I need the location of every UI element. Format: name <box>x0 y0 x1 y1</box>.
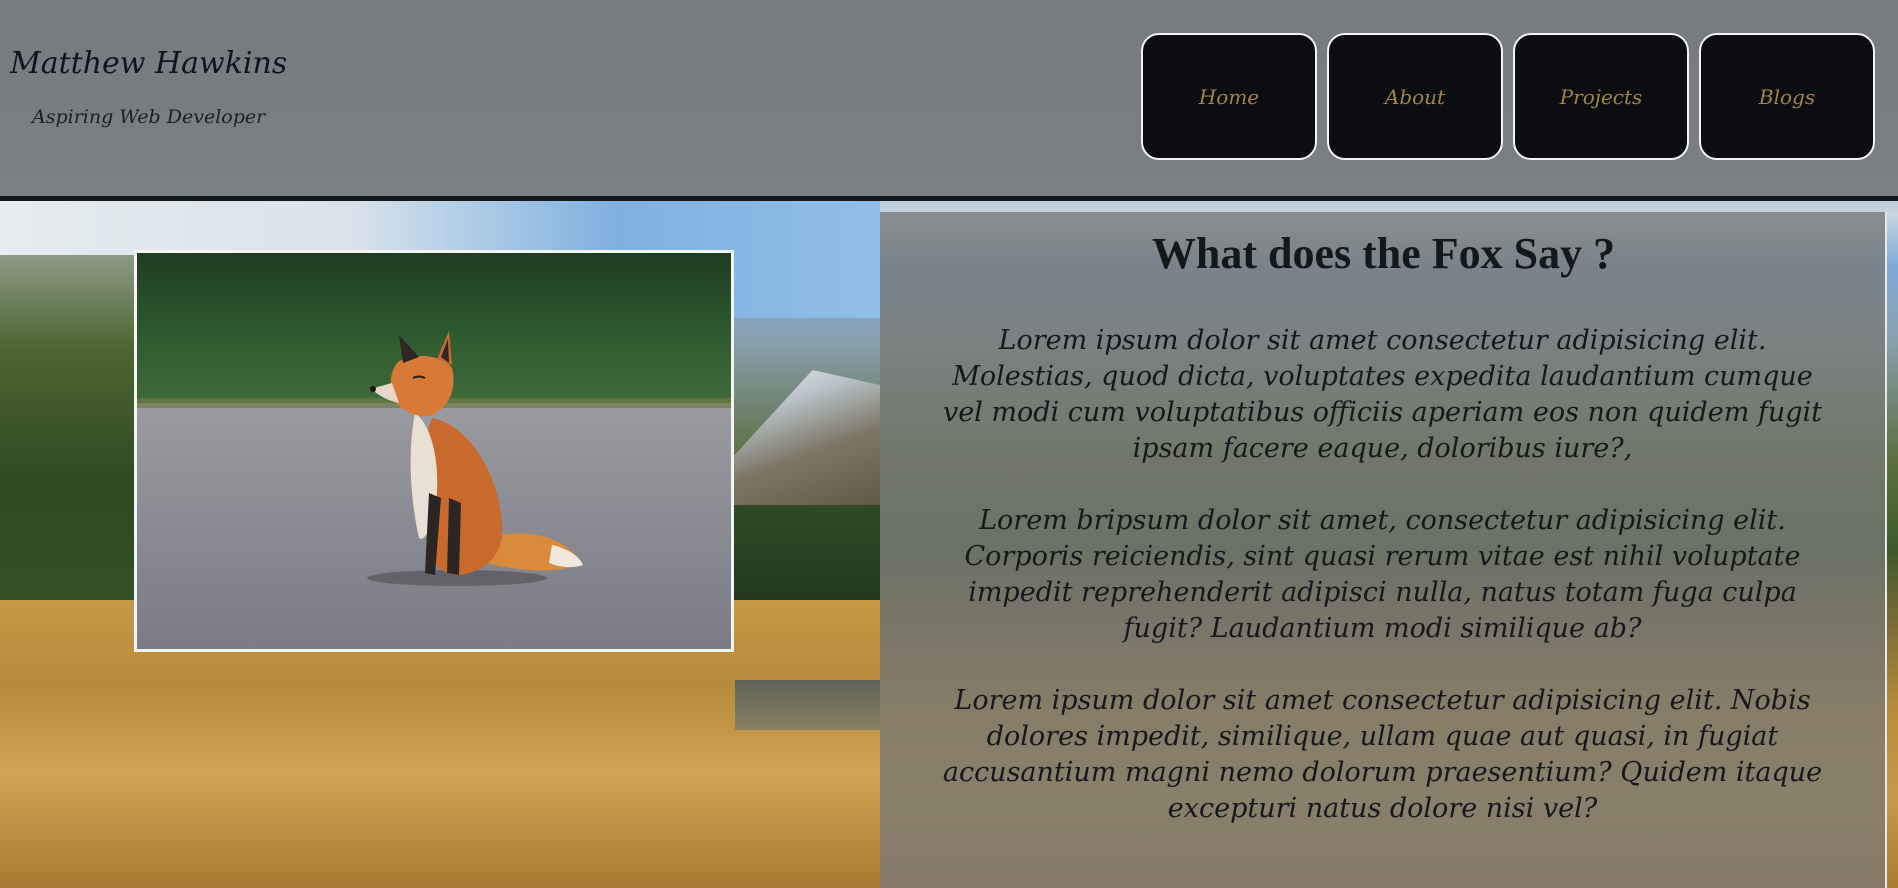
site-owner-name: Matthew Hawkins <box>10 46 288 81</box>
article-title: What does the Fox Say ? <box>1151 229 1616 278</box>
nav-item-home[interactable]: Home <box>1141 33 1317 160</box>
article-paragraph-1: Lorem ipsum dolor sit amet consectetur a… <box>942 325 1823 464</box>
fox-photo <box>134 250 734 652</box>
nav-item-about[interactable]: About <box>1327 33 1503 160</box>
nav-item-projects[interactable]: Projects <box>1513 33 1689 160</box>
fox-illustration <box>367 331 583 586</box>
background-mountain <box>730 370 880 520</box>
nav-item-label: Projects <box>1559 84 1643 109</box>
background-water <box>735 680 880 730</box>
article-paragraph-2: Lorem bripsum dolor sit amet, consectetu… <box>964 505 1801 644</box>
article-paragraph-3: Lorem ipsum dolor sit amet consectetur a… <box>942 685 1823 824</box>
nav-item-label: Home <box>1198 84 1260 109</box>
background-trees <box>730 505 880 605</box>
main-nav: Home About Projects Blogs <box>1141 33 1875 160</box>
site-tagline: Aspiring Web Developer <box>32 106 266 128</box>
site-header: Matthew Hawkins Aspiring Web Developer H… <box>0 0 1898 201</box>
nav-item-label: About <box>1384 84 1446 109</box>
nav-item-blogs[interactable]: Blogs <box>1699 33 1875 160</box>
nav-item-label: Blogs <box>1758 84 1816 109</box>
article-title-wrapper: What does the Fox Say ? <box>880 228 1887 279</box>
background-forest <box>0 255 140 635</box>
